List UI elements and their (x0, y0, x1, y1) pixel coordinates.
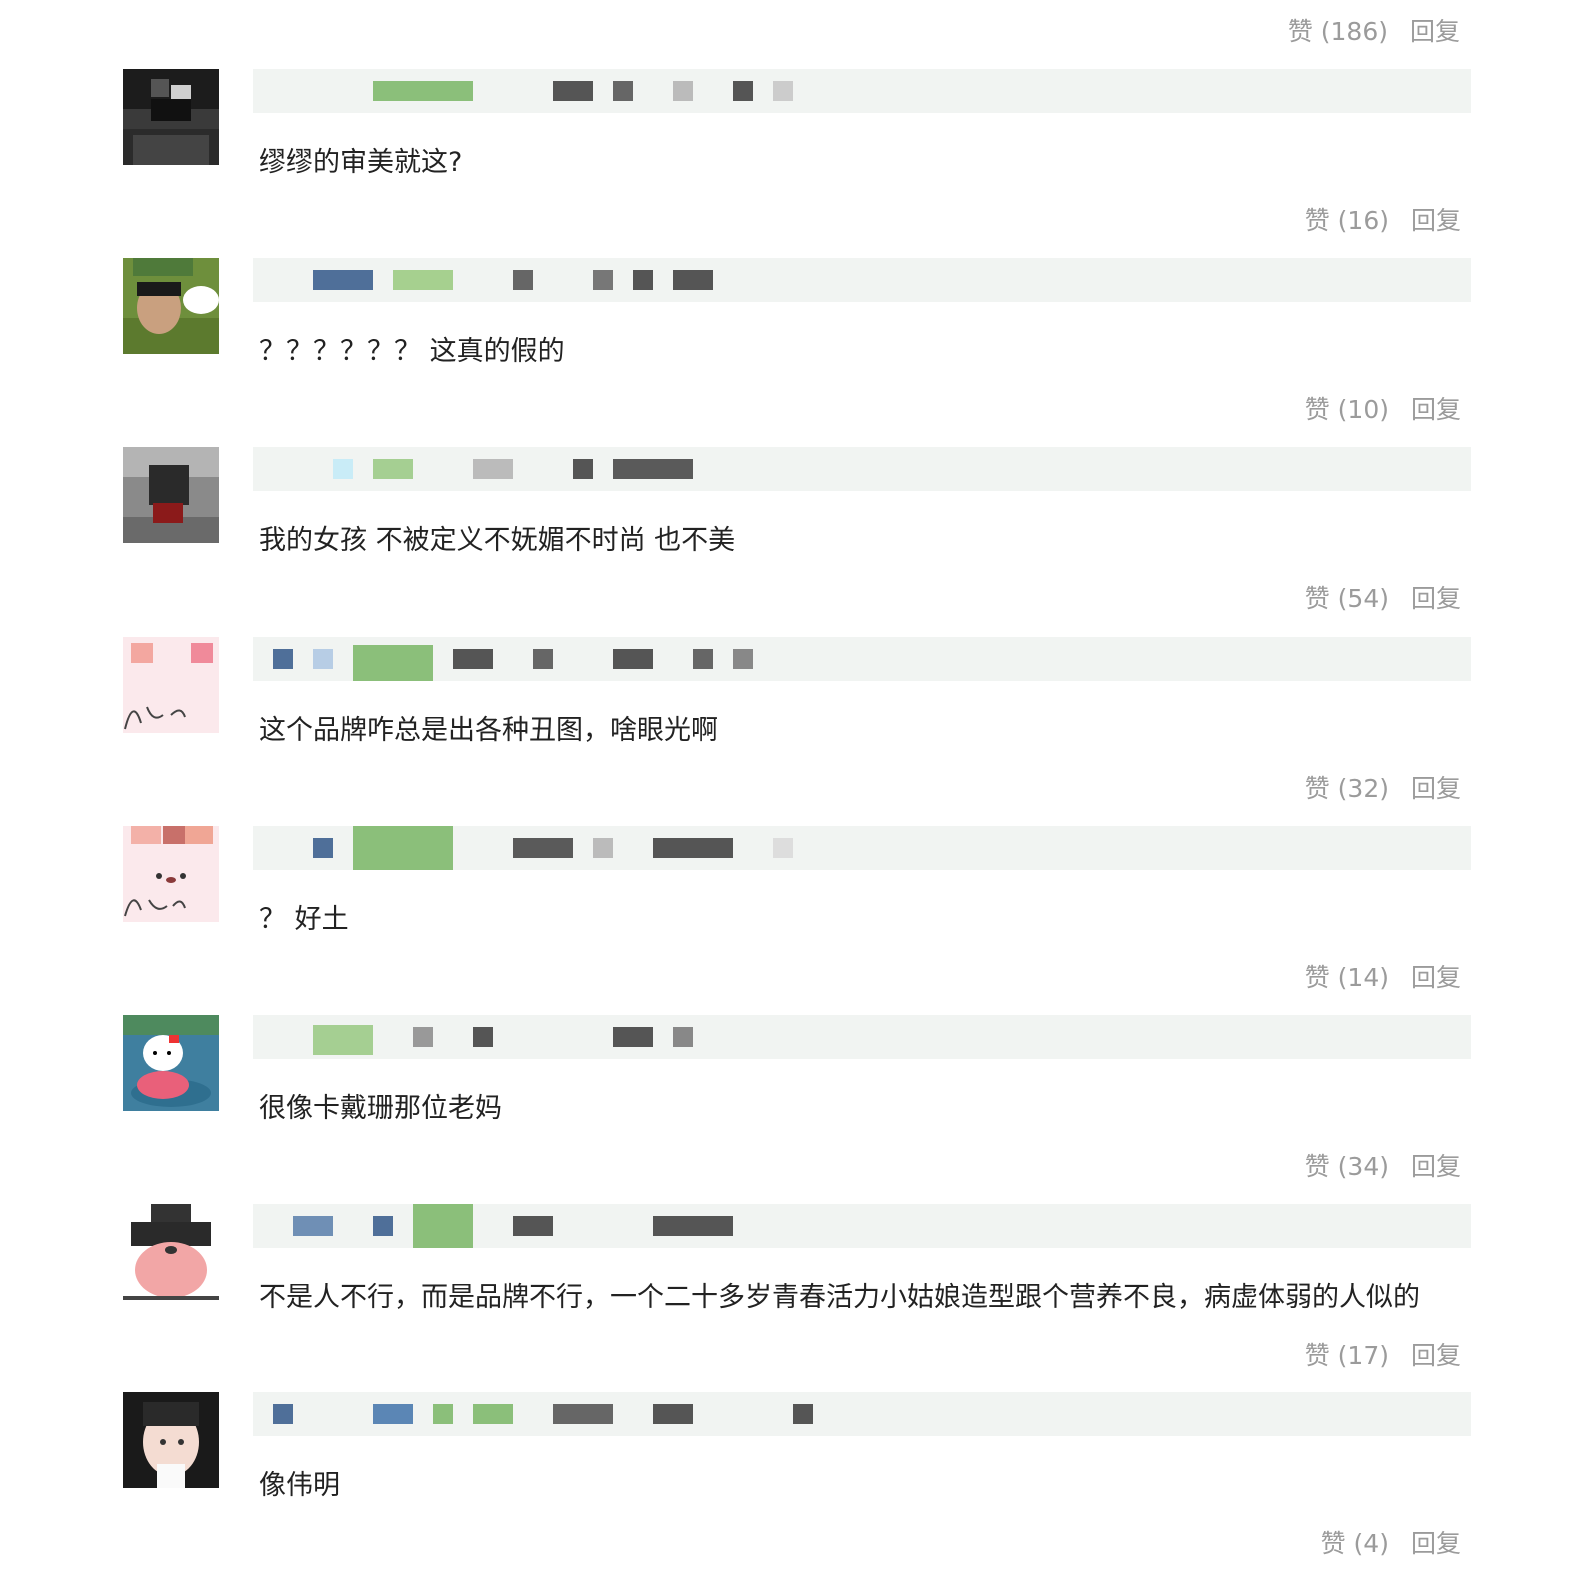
username-blurred[interactable] (253, 1204, 1471, 1248)
comment-item: ？ 好土 赞 (14) 回复 (123, 826, 1471, 1016)
avatar[interactable] (123, 826, 219, 922)
reply-button[interactable]: 回复 (1411, 1149, 1461, 1185)
reply-button[interactable]: 回复 (1411, 581, 1461, 617)
reply-button[interactable]: 回复 (1411, 960, 1461, 996)
comment-actions: 赞 (32) 回复 (1305, 771, 1461, 807)
reply-button[interactable]: 回复 (1410, 14, 1460, 50)
comment-actions: 赞 (16) 回复 (1305, 203, 1461, 239)
username-blurred[interactable] (253, 447, 1471, 491)
comment-actions: 赞 (14) 回复 (1305, 960, 1461, 996)
reply-button[interactable]: 回复 (1411, 771, 1461, 807)
comment-text: 像伟明 (259, 1470, 340, 1501)
comment-actions: 赞 (17) 回复 (1305, 1338, 1461, 1374)
avatar[interactable] (123, 69, 219, 165)
comment-text: 缪缪的审美就这? (259, 147, 463, 178)
like-button[interactable]: 赞 (186) (1288, 14, 1388, 50)
reply-button[interactable]: 回复 (1411, 392, 1461, 428)
username-blurred[interactable] (253, 1015, 1471, 1059)
comment-item: ？？？？？？ 这真的假的 赞 (10) 回复 (123, 258, 1471, 448)
avatar[interactable] (123, 637, 219, 733)
comment-text: ？ 好土 (259, 904, 349, 935)
username-blurred[interactable] (253, 69, 1471, 113)
comment-item: 不是人不行，而是品牌不行，一个二十多岁青春活力小姑娘造型跟个营养不良，病虚体弱的… (123, 1204, 1471, 1394)
comment-actions: 赞 (4) 回复 (1321, 1526, 1461, 1562)
username-blurred[interactable] (253, 258, 1471, 302)
like-button[interactable]: 赞 (32) (1305, 771, 1389, 807)
comment-text: 我的女孩 不被定义不妩媚不时尚 也不美 (259, 525, 736, 556)
avatar[interactable] (123, 447, 219, 543)
like-button[interactable]: 赞 (34) (1305, 1149, 1389, 1185)
avatar[interactable] (123, 1015, 219, 1111)
comment-text: 这个品牌咋总是出各种丑图，啥眼光啊 (259, 715, 718, 746)
like-button[interactable]: 赞 (10) (1305, 392, 1389, 428)
reply-button[interactable]: 回复 (1411, 203, 1461, 239)
like-button[interactable]: 赞 (16) (1305, 203, 1389, 239)
avatar[interactable] (123, 1392, 219, 1488)
like-button[interactable]: 赞 (14) (1305, 960, 1389, 996)
like-button[interactable]: 赞 (54) (1305, 581, 1389, 617)
comment-text: 很像卡戴珊那位老妈 (259, 1093, 502, 1124)
like-button[interactable]: 赞 (4) (1321, 1526, 1389, 1562)
like-button[interactable]: 赞 (17) (1305, 1338, 1389, 1374)
username-blurred[interactable] (253, 637, 1471, 681)
username-blurred[interactable] (253, 1392, 1471, 1436)
avatar[interactable] (123, 1204, 219, 1300)
comment-item: 我的女孩 不被定义不妩媚不时尚 也不美 赞 (54) 回复 (123, 447, 1471, 637)
comment-actions: 赞 (54) 回复 (1305, 581, 1461, 617)
comment-text: 不是人不行，而是品牌不行，一个二十多岁青春活力小姑娘造型跟个营养不良，病虚体弱的… (259, 1282, 1420, 1313)
avatar[interactable] (123, 258, 219, 354)
comment-actions: 赞 (34) 回复 (1305, 1149, 1461, 1185)
comment-item: 这个品牌咋总是出各种丑图，啥眼光啊 赞 (32) 回复 (123, 637, 1471, 827)
comment-item: 缪缪的审美就这? 赞 (16) 回复 (123, 69, 1471, 259)
comment-text: ？？？？？？ 这真的假的 (259, 336, 565, 367)
comment-actions: 赞 (10) 回复 (1305, 392, 1461, 428)
reply-button[interactable]: 回复 (1411, 1526, 1461, 1562)
reply-button[interactable]: 回复 (1411, 1338, 1461, 1374)
comment-item: 很像卡戴珊那位老妈 赞 (34) 回复 (123, 1015, 1471, 1205)
top-comment-actions: 赞 (186) 回复 (1288, 14, 1460, 50)
username-blurred[interactable] (253, 826, 1471, 870)
